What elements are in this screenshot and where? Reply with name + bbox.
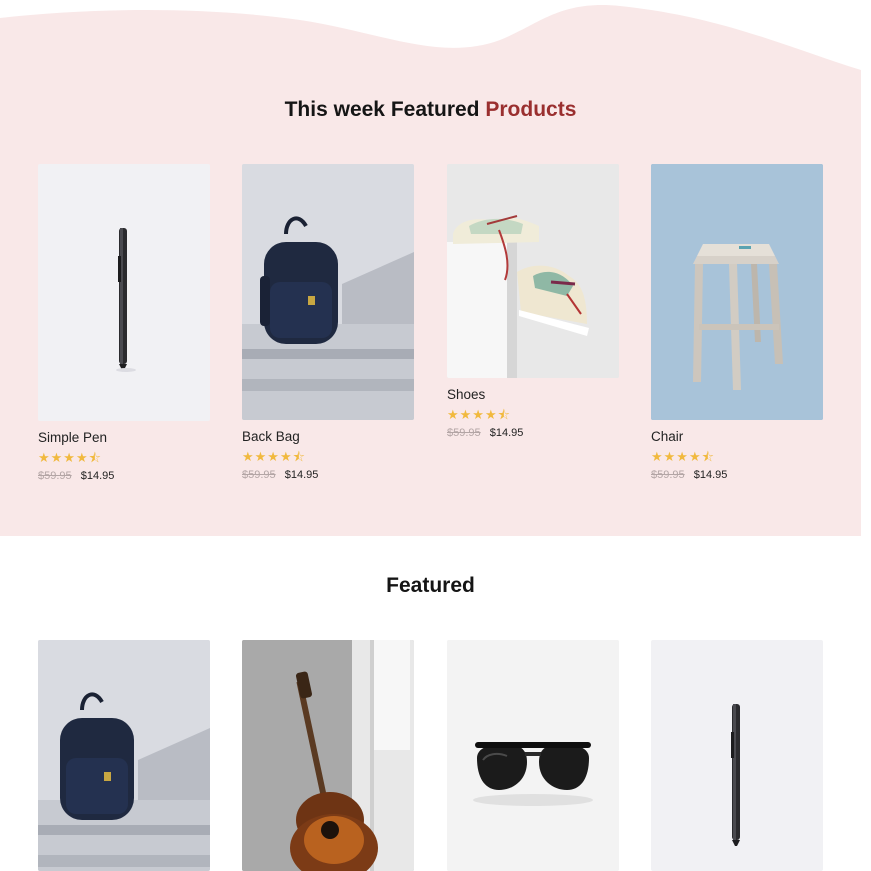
product-name[interactable]: Shoes xyxy=(447,387,619,402)
product-name[interactable]: Chair xyxy=(651,429,823,444)
current-price: $14.95 xyxy=(693,469,728,481)
backpack-image[interactable] xyxy=(38,640,210,871)
featured-title: Featured xyxy=(386,574,475,597)
product-price: $59.95 $14.95 xyxy=(38,470,210,482)
featured-card-guitar[interactable] xyxy=(242,640,414,871)
product-card-back-bag[interactable]: Back Bag ★★★★⯪ $59.95 $14.95 xyxy=(242,164,414,481)
rating-stars: ★★★★⯪ xyxy=(447,407,511,422)
product-card-simple-pen[interactable]: Simple Pen ★★★★⯪ $59.95 $14.95 xyxy=(38,164,210,482)
product-name[interactable]: Back Bag xyxy=(242,429,414,444)
backpack-image[interactable] xyxy=(242,164,414,420)
featured-card-pen[interactable] xyxy=(651,640,823,871)
featured-week-section: This week Featured Products Simple Pen ★… xyxy=(0,0,861,536)
pen-image[interactable] xyxy=(38,164,210,421)
shoes-image[interactable] xyxy=(447,164,619,378)
sunglasses-image[interactable] xyxy=(447,640,619,871)
rating-stars: ★★★★⯪ xyxy=(651,449,715,464)
section-title-accent: Products xyxy=(485,98,577,121)
product-card-chair[interactable]: Chair ★★★★⯪ $59.95 $14.95 xyxy=(651,164,823,481)
old-price: $59.95 xyxy=(38,470,72,482)
guitar-image[interactable] xyxy=(242,640,414,871)
old-price: $59.95 xyxy=(447,427,481,439)
section-title: This week Featured Products xyxy=(284,98,577,121)
rating-stars: ★★★★⯪ xyxy=(38,450,102,465)
product-price: $59.95 $14.95 xyxy=(447,427,619,439)
current-price: $14.95 xyxy=(284,469,319,481)
old-price: $59.95 xyxy=(651,469,685,481)
product-card-shoes[interactable]: Shoes ★★★★⯪ $59.95 $14.95 xyxy=(447,164,619,439)
current-price: $14.95 xyxy=(80,470,115,482)
current-price: $14.95 xyxy=(489,427,524,439)
product-price: $59.95 $14.95 xyxy=(242,469,414,481)
rating-stars: ★★★★⯪ xyxy=(242,449,306,464)
product-price: $59.95 $14.95 xyxy=(651,469,823,481)
product-name[interactable]: Simple Pen xyxy=(38,430,210,445)
featured-card-sunglasses[interactable] xyxy=(447,640,619,871)
old-price: $59.95 xyxy=(242,469,276,481)
wave-divider xyxy=(0,0,861,70)
stool-image[interactable] xyxy=(651,164,823,420)
pen-image[interactable] xyxy=(651,640,823,871)
featured-card-backpack[interactable] xyxy=(38,640,210,871)
